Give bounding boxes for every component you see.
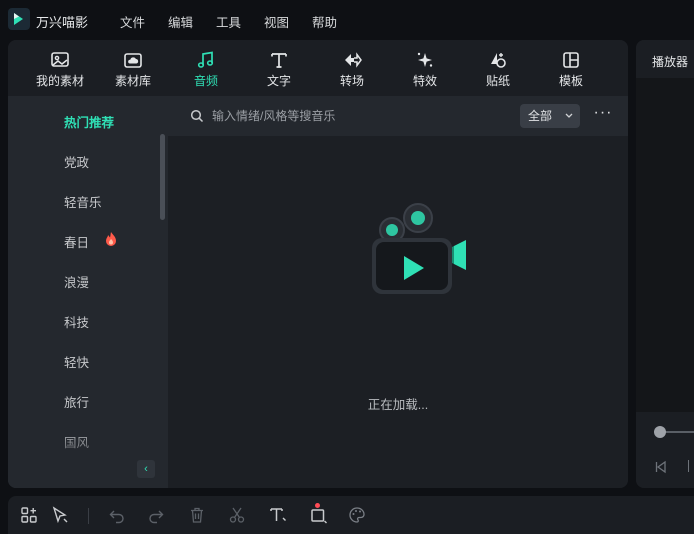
search-icon (190, 109, 204, 123)
layout-icon[interactable] (20, 506, 38, 524)
sparkle-icon (415, 50, 435, 70)
category-tech[interactable]: 科技 (64, 312, 89, 331)
category-light-music[interactable]: 轻音乐 (64, 192, 102, 211)
category-spring[interactable]: 春日 (64, 232, 116, 251)
category-sidebar: 热门推荐 党政 轻音乐 春日 浪漫 科技 轻快 旅行 国风 ‹ (8, 96, 168, 488)
player-header: 播放器 (636, 40, 694, 78)
player-preview (636, 78, 694, 412)
tab-effects[interactable]: 特效 (395, 50, 455, 92)
menu-help[interactable]: 帮助 (312, 12, 360, 31)
cloud-folder-icon (123, 50, 143, 70)
player-controls (636, 412, 694, 488)
category-romantic[interactable]: 浪漫 (64, 272, 89, 291)
play-icon[interactable] (688, 460, 691, 472)
more-options-button[interactable]: ··· (591, 104, 615, 128)
tab-stickers[interactable]: 贴纸 (468, 50, 528, 92)
menu-bar: 文件 编辑 工具 视图 帮助 (120, 12, 360, 31)
tab-templates[interactable]: 模板 (541, 50, 601, 92)
media-panel: 我的素材 素材库 音频 文字 转场 特效 贴纸 模板 热门推荐 党政 轻音乐 春… (8, 40, 628, 488)
redo-icon[interactable] (147, 506, 165, 524)
delete-icon[interactable] (188, 506, 206, 524)
app-name: 万兴喵影 (36, 15, 89, 30)
playback-progress-knob[interactable] (654, 426, 666, 438)
tab-transitions[interactable]: 转场 (322, 50, 382, 92)
text-add-icon[interactable] (269, 506, 287, 524)
music-note-icon (196, 50, 216, 70)
tab-my-media[interactable]: 我的素材 (30, 50, 90, 92)
app-logo-icon (8, 8, 30, 30)
media-tabs: 我的素材 素材库 音频 文字 转场 特效 贴纸 模板 (8, 40, 628, 96)
color-palette-icon[interactable] (348, 506, 366, 524)
tab-audio[interactable]: 音频 (176, 50, 236, 92)
select-arrow-icon[interactable] (51, 506, 69, 524)
toolbar-divider (88, 508, 89, 524)
player-title: 播放器 (652, 55, 689, 69)
chevron-down-icon (564, 104, 574, 138)
sidebar-fade (8, 426, 168, 488)
audio-content: 全部 ··· 正在加载... (168, 96, 628, 488)
search-input[interactable] (212, 107, 492, 125)
transition-icon (342, 50, 362, 70)
cut-icon[interactable] (228, 506, 246, 524)
previous-frame-icon[interactable] (654, 460, 668, 477)
search-bar: 全部 ··· (168, 96, 628, 136)
timeline-toolbar (8, 496, 694, 534)
category-upbeat[interactable]: 轻快 (64, 352, 89, 371)
template-icon (561, 50, 581, 70)
category-hot[interactable]: 热门推荐 (64, 112, 114, 131)
loading-status: 正在加载... (367, 398, 429, 412)
filter-selected: 全部 (528, 109, 553, 123)
menu-edit[interactable]: 编辑 (168, 12, 216, 31)
loading-camera-icon (362, 200, 474, 296)
notification-dot (315, 503, 320, 508)
text-icon (269, 50, 289, 70)
image-icon (50, 50, 70, 70)
menu-tools[interactable]: 工具 (216, 12, 264, 31)
player-panel: 播放器 (636, 40, 694, 488)
sticker-icon (488, 50, 508, 70)
filter-dropdown[interactable]: 全部 (520, 104, 580, 128)
collapse-sidebar-button[interactable]: ‹ (137, 460, 155, 478)
menu-file[interactable]: 文件 (120, 12, 168, 31)
category-party[interactable]: 党政 (64, 152, 89, 171)
title-bar: 万兴喵影 文件 编辑 工具 视图 帮助 (0, 0, 694, 38)
tab-stock-media[interactable]: 素材库 (103, 50, 163, 92)
menu-view[interactable]: 视图 (264, 12, 312, 31)
category-travel[interactable]: 旅行 (64, 392, 89, 411)
sidebar-scrollbar[interactable] (160, 134, 165, 220)
category-spring-label: 春日 (64, 236, 90, 250)
undo-icon[interactable] (108, 506, 126, 524)
crop-icon[interactable] (310, 506, 328, 524)
tab-text[interactable]: 文字 (249, 50, 309, 92)
